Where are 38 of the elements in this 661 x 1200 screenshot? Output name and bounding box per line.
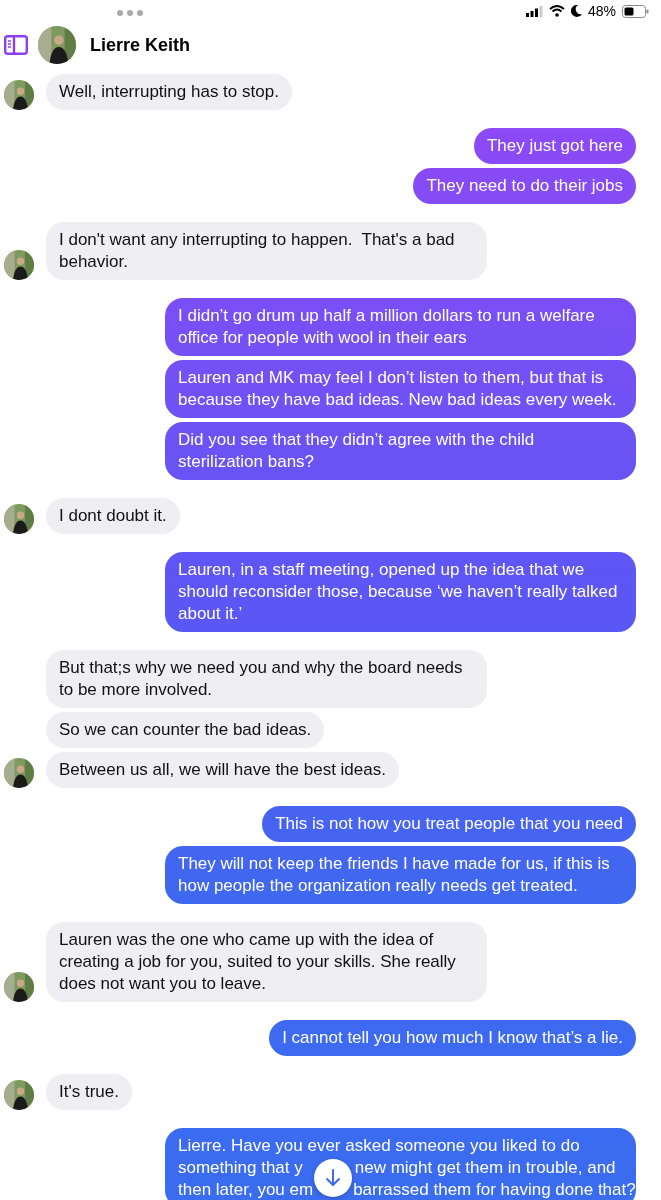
message-bubble: Lauren, in a staff meeting, opened up the idea that we should reconsider those, because ‘we haven’t really talked about it.’ xyxy=(165,552,636,632)
message-text: Lierre. Have you ever asked someone you liked to do xyxy=(178,1135,580,1157)
sidebar-icon[interactable] xyxy=(4,35,28,55)
message-bubble: They need to do their jobs xyxy=(413,168,636,204)
message-bubble: But that;s why we need you and why the board needs to be more involved. xyxy=(46,650,487,708)
message-bubble: Between us all, we will have the best ideas. xyxy=(46,752,399,788)
arrow-down-icon xyxy=(325,1169,342,1187)
message-bubble: It's true. xyxy=(46,1074,132,1110)
contact-name: Lierre Keith xyxy=(90,34,191,56)
message-bubble: Did you see that they didn’t agree with the child sterilization bans? xyxy=(165,422,636,480)
message-bubble: They will not keep the friends I have made for us, if this is how people the organization really needs get treated. xyxy=(165,846,636,904)
message-bubble: They just got here xyxy=(473,128,636,164)
moon-icon xyxy=(570,5,582,17)
avatar xyxy=(4,80,34,110)
avatar xyxy=(4,504,34,534)
message-bubble: So we can counter the bad ideas. xyxy=(46,712,325,748)
wifi-icon xyxy=(548,5,565,17)
message-bubble: I don't want any interrupting to happen. That's a bad behavior. xyxy=(46,222,487,280)
avatar xyxy=(4,758,34,788)
message-bubble: Lauren and MK may feel I don’t listen to them, but that is because they have bad ideas. New bad ideas every week. xyxy=(165,360,636,418)
battery-icon xyxy=(622,4,649,18)
scroll-down-button[interactable] xyxy=(314,1159,353,1197)
message-text: new might get them in trouble, and xyxy=(354,1157,616,1179)
battery-percent: 48% xyxy=(587,3,616,19)
message-bubble: This is not how you treat people that you need xyxy=(262,806,636,842)
avatar xyxy=(38,26,76,64)
message-bubble: I cannot tell you how much I know that’s a lie. xyxy=(269,1020,636,1056)
message-text: barrassed them for having done that? xyxy=(353,1179,636,1200)
avatar xyxy=(4,250,34,280)
message-bubble: I didn’t go drum up half a million dollars to run a welfare office for people with wool in their ears xyxy=(165,298,636,356)
avatar xyxy=(4,972,34,1002)
message-text: something that y xyxy=(178,1157,303,1179)
message-bubble: Lauren was the one who came up with the idea of creating a job for you, suited to your skills. She really does not want you to leave. xyxy=(46,922,487,1002)
avatar xyxy=(4,1080,34,1110)
signal-icon xyxy=(525,5,543,17)
message-bubble: Well, interrupting has to stop. xyxy=(46,74,292,110)
message-bubble: I dont doubt it. xyxy=(46,498,180,534)
message-text: then later, you em xyxy=(178,1179,314,1200)
